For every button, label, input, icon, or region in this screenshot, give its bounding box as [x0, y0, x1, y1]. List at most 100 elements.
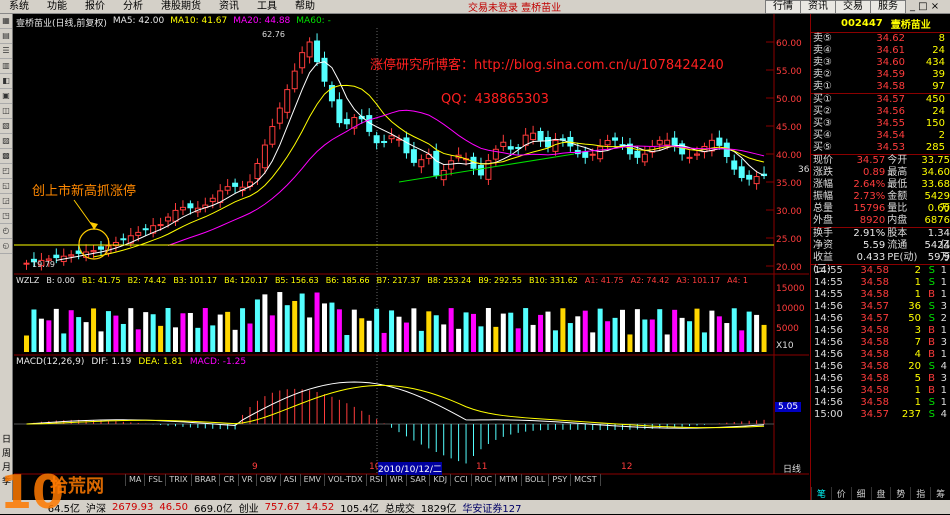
tick-cell: 1	[940, 265, 947, 276]
tick-cell: S	[928, 277, 935, 288]
tab-board[interactable]: 盘	[870, 487, 891, 500]
volume-bar	[746, 311, 752, 352]
volume-bar	[68, 310, 74, 352]
tab-chips[interactable]: 筹	[930, 487, 950, 500]
tab-cr[interactable]: CR	[220, 474, 239, 486]
tab-trix[interactable]: TRIX	[166, 474, 192, 486]
period-day[interactable]: 日	[0, 432, 13, 445]
quote-button[interactable]: 行情	[765, 0, 801, 14]
tab-mcst[interactable]: MCST	[571, 474, 601, 486]
menu-quote[interactable]: 报价	[76, 0, 114, 14]
cy-value: 757.67	[264, 501, 300, 513]
tick-cell: 34.57	[860, 313, 889, 324]
toolbar-icon[interactable]: ▧	[0, 119, 12, 134]
tab-rsi[interactable]: RSI	[367, 474, 387, 486]
tick-cell: B	[928, 385, 935, 396]
total-label[interactable]: 总成交	[385, 500, 415, 515]
total-value: 1829亿	[420, 503, 457, 515]
tab-boll[interactable]: BOLL	[522, 474, 550, 486]
quote-cell: 6876	[924, 215, 950, 226]
tab-detail[interactable]: 细	[850, 487, 871, 500]
menu-function[interactable]: 功能	[38, 0, 76, 14]
kline-chart[interactable]	[14, 14, 809, 500]
tab-vol-tdx[interactable]: VOL-TDX	[325, 474, 367, 486]
trade-button[interactable]: 交易	[835, 0, 871, 14]
tab-wr[interactable]: WR	[387, 474, 408, 486]
toolbar-icon[interactable]: ◫	[0, 104, 12, 119]
period-month[interactable]: 月	[0, 460, 13, 473]
chart-area[interactable]: 壹桥苗业(日线,前复权) MA5: 42.00 MA10: 41.67 MA20…	[14, 14, 809, 500]
toolbar-icon[interactable]: ◵	[0, 239, 12, 254]
tab-ma[interactable]: MA	[126, 474, 146, 486]
tab-vr[interactable]: VR	[239, 474, 257, 486]
tab-trades[interactable]: 笔	[811, 487, 831, 500]
quote-cell: 5429万	[924, 191, 950, 214]
tick-cell: B	[928, 289, 935, 300]
quote-cell: 买⑤	[813, 142, 832, 153]
candle	[738, 166, 745, 179]
toolbar-icon[interactable]: ◲	[0, 194, 12, 209]
tab-trend[interactable]: 势	[890, 487, 910, 500]
tick-cell: 4	[940, 361, 947, 372]
volume-bar	[299, 293, 305, 352]
volume-bar	[38, 318, 44, 352]
toolbar-icon[interactable]: ▩	[0, 149, 12, 164]
tab-mtm[interactable]: MTM	[496, 474, 522, 486]
toolbar-icon[interactable]: ◰	[0, 164, 12, 179]
tick-cell: 20	[908, 361, 921, 372]
toolbar-icon[interactable]: ▨	[0, 134, 12, 149]
tick-cell: B	[928, 325, 935, 336]
quote-cell: 2.73%	[853, 191, 886, 202]
menu-info[interactable]: 资讯	[210, 0, 248, 14]
quote-row: 买② 34.56 24	[811, 106, 950, 118]
period-season[interactable]: 季	[0, 474, 13, 487]
candle	[165, 216, 172, 222]
toolbar-icon[interactable]: ◧	[0, 74, 12, 89]
quote-cell: 2.64%	[853, 179, 886, 190]
tab-emv[interactable]: EMV	[301, 474, 325, 486]
toolbar-icon[interactable]: ◴	[0, 224, 12, 239]
toolbar-icon[interactable]: ☰	[0, 44, 12, 59]
quote-cell: 15796	[853, 203, 886, 214]
toolbar-icon[interactable]: ▥	[0, 59, 12, 74]
tab-price[interactable]: 价	[830, 487, 851, 500]
tick-row: 14:56 34.58 5 B 3	[811, 373, 950, 385]
candle	[410, 149, 417, 163]
cy-label[interactable]: 创业	[239, 500, 259, 515]
toolbar-icon[interactable]: ▦	[0, 14, 12, 29]
sh-label[interactable]: 沪深	[86, 500, 106, 515]
tab-kdj[interactable]: KDJ	[430, 474, 452, 486]
tab-index[interactable]: 指	[910, 487, 930, 500]
volume-bar	[560, 308, 566, 352]
menu-hk-futures[interactable]: 港股期货	[152, 0, 210, 14]
quote-cell: 2.91%	[853, 228, 886, 239]
tab-asi[interactable]: ASI	[281, 474, 301, 486]
tab-brar[interactable]: BRAR	[192, 474, 221, 486]
sh-amount: 669.0亿	[194, 503, 233, 515]
tab-fsl[interactable]: FSL	[145, 474, 167, 486]
toolbar-icon[interactable]: ◱	[0, 179, 12, 194]
info-button[interactable]: 资讯	[800, 0, 836, 14]
volume-bar	[91, 308, 97, 352]
menu-system[interactable]: 系统	[0, 0, 38, 14]
candle	[552, 140, 559, 152]
candle	[269, 126, 276, 145]
window-controls[interactable]: _ □ ×	[910, 1, 939, 12]
toolbar-icon[interactable]: ▤	[0, 29, 12, 44]
volume-bar	[523, 308, 529, 352]
toolbar-icon[interactable]: ▣	[0, 89, 12, 104]
candle	[477, 164, 484, 176]
tab-cci[interactable]: CCI	[451, 474, 472, 486]
toolbar-icon[interactable]: ◳	[0, 209, 12, 224]
menu-tools[interactable]: 工具	[248, 0, 286, 14]
tab-sar[interactable]: SAR	[407, 474, 431, 486]
tab-roc[interactable]: ROC	[472, 474, 497, 486]
candle	[641, 153, 648, 163]
quote-cell: 0.89	[862, 167, 886, 178]
tab-psy[interactable]: PSY	[549, 474, 572, 486]
menu-analysis[interactable]: 分析	[114, 0, 152, 14]
menu-help[interactable]: 帮助	[286, 0, 324, 14]
tab-obv[interactable]: OBV	[257, 474, 281, 486]
service-button[interactable]: 服务	[870, 0, 906, 14]
period-week[interactable]: 周	[0, 446, 13, 459]
